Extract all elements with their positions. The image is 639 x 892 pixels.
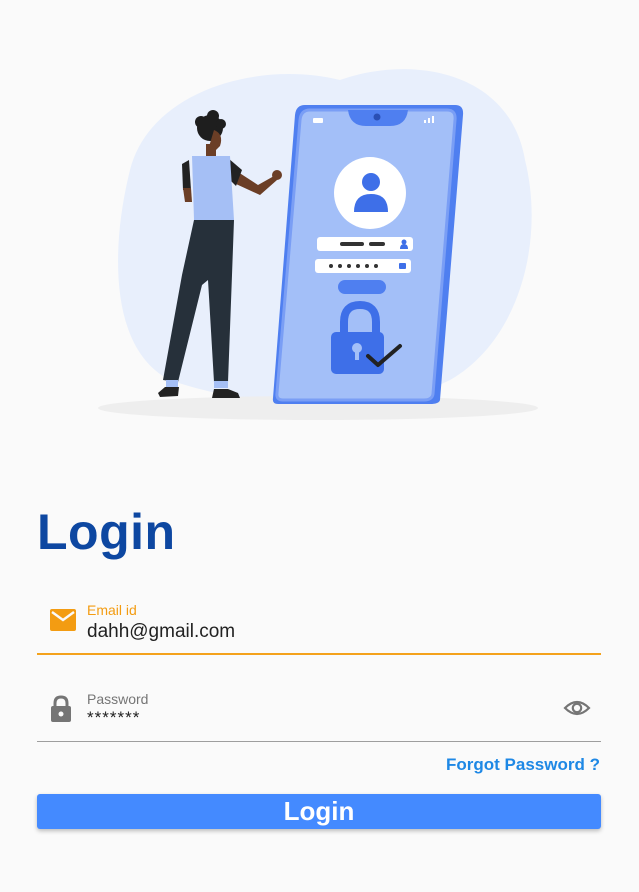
- screen-username-field: [317, 237, 413, 251]
- email-field-label: Email id: [87, 602, 137, 618]
- forgot-password-link[interactable]: Forgot Password ?: [446, 755, 600, 775]
- login-illustration: [90, 60, 550, 430]
- page-title: Login: [37, 504, 176, 560]
- password-field-label: Password: [87, 691, 149, 707]
- password-field-value[interactable]: *******: [87, 708, 140, 728]
- email-field-value[interactable]: dahh@gmail.com: [87, 621, 235, 643]
- password-field[interactable]: Password *******: [37, 686, 601, 742]
- envelope-icon: [50, 609, 76, 636]
- screen-button: [338, 280, 386, 294]
- screen-avatar: [334, 157, 406, 229]
- lock-icon: [50, 695, 72, 728]
- login-button[interactable]: Login: [37, 794, 601, 829]
- email-field[interactable]: Email id dahh@gmail.com: [37, 596, 601, 655]
- eye-icon[interactable]: [563, 698, 591, 723]
